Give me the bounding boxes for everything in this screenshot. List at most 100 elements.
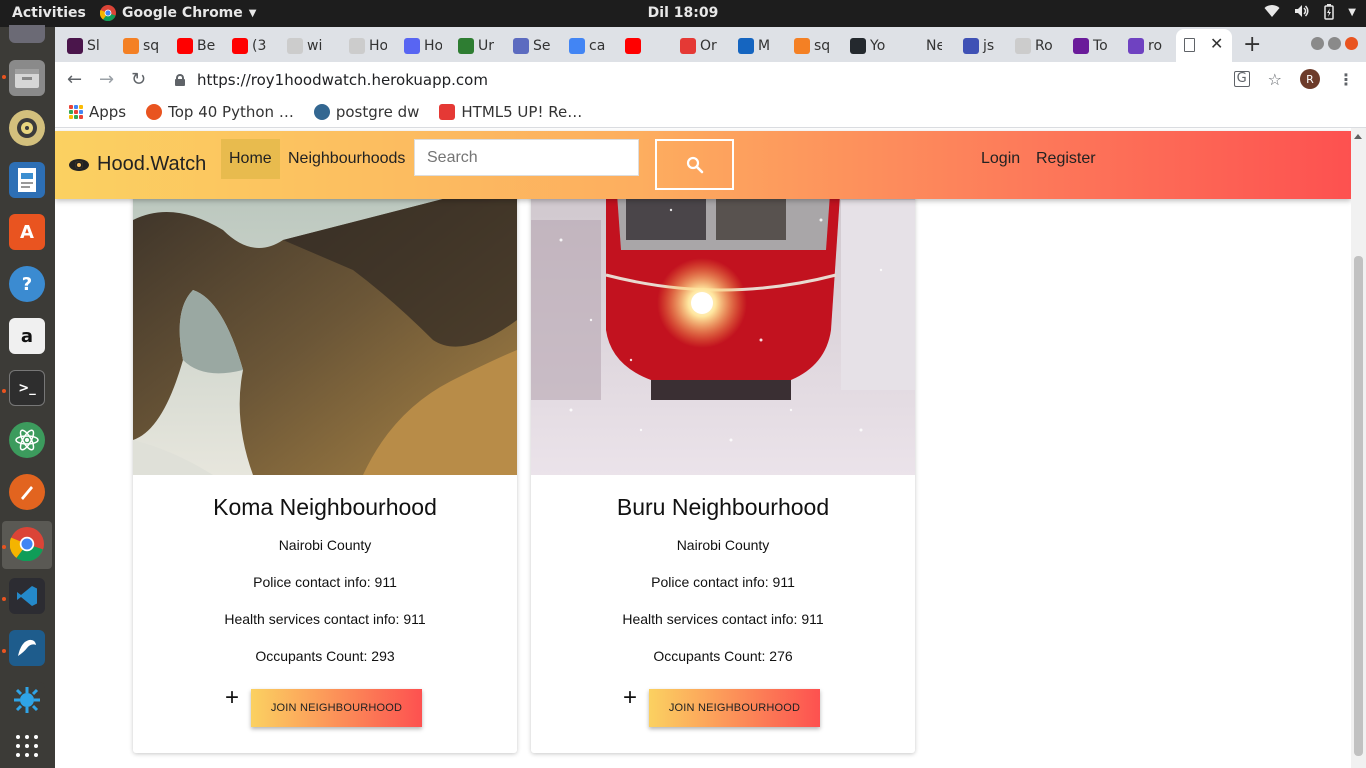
dock-app-partial-icon[interactable] xyxy=(9,25,45,43)
atom-icon[interactable] xyxy=(9,422,45,458)
nav-home[interactable]: Home xyxy=(221,139,280,179)
tab-label: Be xyxy=(197,38,216,54)
address-bar[interactable]: https://roy1hoodwatch.herokuapp.com xyxy=(165,66,1265,94)
brand-link[interactable]: Hood.Watch xyxy=(69,153,206,176)
postman-icon[interactable] xyxy=(9,474,45,510)
browser-tab[interactable]: Ho xyxy=(402,33,442,59)
join-neighbourhood-button[interactable]: JOIN NEIGHBOURHOOD xyxy=(251,689,422,727)
browser-tab[interactable]: wi xyxy=(285,33,325,59)
browser-tab[interactable]: To xyxy=(1071,33,1111,59)
close-window-button[interactable] xyxy=(1345,37,1358,50)
browser-tab[interactable]: ro xyxy=(1126,33,1166,59)
neighbourhood-card: Buru Neighbourhood Nairobi County Police… xyxy=(531,180,915,753)
tab-label: New T xyxy=(926,38,942,54)
software-center-icon[interactable]: A xyxy=(9,214,45,250)
browser-tab[interactable]: New T xyxy=(904,33,942,59)
terminal-icon[interactable]: >_ xyxy=(9,370,45,406)
tab-favicon-icon xyxy=(1015,38,1031,54)
tab-label: Ho xyxy=(424,38,442,54)
app-menu[interactable]: Google Chrome ▼ xyxy=(100,5,256,21)
browser-tab[interactable]: Be xyxy=(175,33,217,59)
profile-avatar[interactable]: R xyxy=(1300,69,1320,89)
search-button[interactable] xyxy=(655,139,734,190)
reload-icon[interactable]: ↻ xyxy=(131,69,146,90)
close-tab-icon[interactable]: ✕ xyxy=(1210,34,1223,53)
document-viewer-icon[interactable] xyxy=(9,162,45,198)
bookmark-html5up[interactable]: HTML5 UP! Re… xyxy=(439,103,582,121)
splash-app-icon[interactable] xyxy=(9,682,45,718)
new-tab-button[interactable]: + xyxy=(1243,32,1261,57)
tab-label: M xyxy=(758,38,771,54)
browser-tab[interactable]: Se xyxy=(511,33,551,59)
browser-tab[interactable]: Ro xyxy=(1013,33,1053,59)
tab-favicon-icon xyxy=(850,38,866,54)
active-tab[interactable]: ✕ xyxy=(1176,29,1232,62)
power-menu-chevron-icon[interactable]: ▼ xyxy=(1348,7,1356,24)
scrollbar-thumb[interactable] xyxy=(1354,256,1363,756)
url-text[interactable]: https://roy1hoodwatch.herokuapp.com xyxy=(197,71,488,89)
files-icon[interactable] xyxy=(9,60,45,96)
neighbourhood-image-coastal-rock xyxy=(133,180,517,475)
tab-label: (3 xyxy=(252,38,267,54)
minimize-window-button[interactable] xyxy=(1311,37,1324,50)
amazon-icon[interactable]: a xyxy=(9,318,45,354)
browser-tab[interactable]: Ho xyxy=(347,33,387,59)
volume-icon[interactable] xyxy=(1294,4,1310,24)
rhythmbox-icon[interactable] xyxy=(9,110,45,146)
forward-icon[interactable]: → xyxy=(99,69,114,90)
browser-tab[interactable] xyxy=(623,33,663,59)
tab-favicon-icon xyxy=(404,38,420,54)
browser-tab[interactable]: Sl xyxy=(65,33,105,59)
tab-favicon-icon xyxy=(906,38,922,54)
bookmark-postgre-dw[interactable]: postgre dw xyxy=(313,103,419,121)
bookmark-label: HTML5 UP! Re… xyxy=(461,103,583,121)
bookmark-star-icon[interactable]: ☆ xyxy=(1268,70,1282,89)
chrome-dock-icon[interactable] xyxy=(9,526,45,562)
browser-tab[interactable]: Ur xyxy=(456,33,496,59)
tab-favicon-icon xyxy=(232,38,248,54)
tab-favicon-icon xyxy=(963,38,979,54)
system-tray[interactable]: ▼ xyxy=(1264,4,1356,24)
nav-register[interactable]: Register xyxy=(1028,139,1104,179)
show-applications-icon[interactable] xyxy=(9,728,45,764)
nav-neighbourhoods[interactable]: Neighbourhoods xyxy=(280,139,413,179)
tab-label: Yo xyxy=(870,38,886,54)
browser-tab[interactable]: M xyxy=(736,33,776,59)
browser-tab[interactable]: ca xyxy=(567,33,607,59)
chrome-icon xyxy=(100,5,116,21)
tab-favicon-icon xyxy=(738,38,754,54)
back-icon[interactable]: ← xyxy=(67,69,82,90)
browser-tab[interactable]: Yo xyxy=(848,33,888,59)
lock-icon[interactable] xyxy=(175,74,185,86)
neighbourhood-card: Koma Neighbourhood Nairobi County Police… xyxy=(133,180,517,753)
browser-tab[interactable]: sq xyxy=(792,33,832,59)
browser-tab[interactable]: sq xyxy=(121,33,163,59)
mysql-workbench-icon[interactable] xyxy=(9,630,45,666)
join-neighbourhood-button[interactable]: JOIN NEIGHBOURHOOD xyxy=(649,689,820,727)
tab-label: Ho xyxy=(369,38,387,54)
page-scrollbar[interactable] xyxy=(1351,128,1366,768)
maximize-window-button[interactable] xyxy=(1328,37,1341,50)
activities-button[interactable]: Activities xyxy=(12,5,86,21)
tab-favicon-icon xyxy=(287,38,303,54)
running-indicator xyxy=(2,597,6,601)
translate-icon[interactable]: G xyxy=(1233,71,1250,87)
nav-login[interactable]: Login xyxy=(973,139,1028,179)
bookmark-apps[interactable]: Apps xyxy=(69,103,126,121)
browser-tab[interactable]: Or xyxy=(678,33,718,59)
page-icon xyxy=(1184,38,1195,52)
bookmark-top40-python[interactable]: Top 40 Python … xyxy=(146,103,294,121)
browser-tab[interactable]: js xyxy=(961,33,1001,59)
vscode-icon[interactable] xyxy=(9,578,45,614)
running-indicator xyxy=(2,545,6,549)
battery-icon[interactable] xyxy=(1324,4,1335,24)
card-occupants-count: Occupants Count: 293 xyxy=(255,648,395,664)
search-input[interactable] xyxy=(414,139,639,176)
wifi-icon[interactable] xyxy=(1264,4,1280,24)
tab-favicon-icon xyxy=(1128,38,1144,54)
scroll-up-arrow-icon[interactable] xyxy=(1354,134,1362,139)
help-icon[interactable]: ? xyxy=(9,266,45,302)
more-menu-icon[interactable]: ⋮ xyxy=(1338,70,1354,89)
browser-tab[interactable]: (3 xyxy=(230,33,272,59)
tab-label: Se xyxy=(533,38,551,54)
